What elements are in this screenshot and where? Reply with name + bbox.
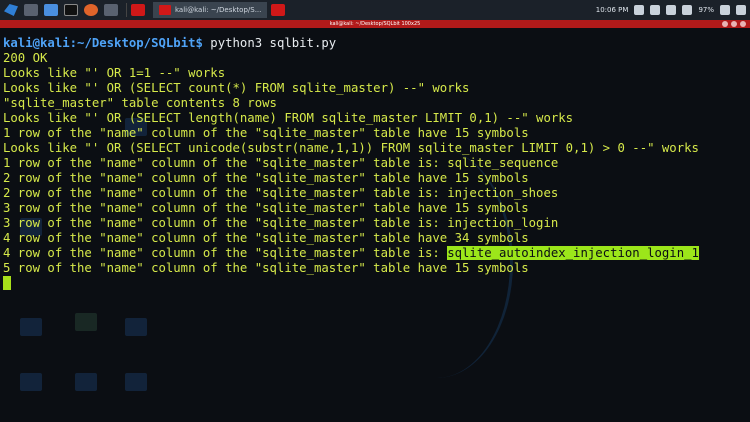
- terminal-icon[interactable]: [64, 4, 78, 16]
- terminal-task-icon: [159, 5, 171, 15]
- taskbar-separator: [126, 3, 127, 17]
- battery-icon[interactable]: [682, 5, 693, 15]
- ghost-folder-icon: [20, 373, 42, 391]
- output-line: 1 row of the "name" column of the "sqlit…: [3, 156, 559, 170]
- volume-icon[interactable]: [650, 5, 661, 15]
- maximize-button[interactable]: [731, 21, 737, 27]
- ghost-file-icon: [75, 313, 97, 331]
- output-line: 5 row of the "name" column of the "sqlit…: [3, 261, 529, 275]
- taskbar-task-label: kali@kali: ~/Desktop/S...: [175, 6, 262, 14]
- terminal-body[interactable]: kali@kali:~/Desktop/SQLbit$ python3 sqlb…: [0, 28, 750, 422]
- highlighted-value[interactable]: sqlite_autoindex_injection_login_1: [447, 246, 699, 260]
- notifications-icon[interactable]: [666, 5, 677, 15]
- taskbar-terminal-task[interactable]: kali@kali: ~/Desktop/S...: [153, 2, 268, 18]
- clock[interactable]: 10:06 PM: [596, 6, 629, 14]
- output-line: 200 OK: [3, 51, 48, 65]
- cursor-line: [3, 276, 699, 291]
- terminal-output: kali@kali:~/Desktop/SQLbit$ python3 sqlb…: [3, 36, 699, 291]
- output-line: "sqlite_master" table contents 8 rows: [3, 96, 277, 110]
- output-line: Looks like "' OR (SELECT count(*) FROM s…: [3, 81, 470, 95]
- workspace-2-icon[interactable]: [271, 4, 286, 16]
- system-tray: 10:06 PM 97%: [590, 0, 746, 20]
- ghost-folder-icon: [20, 318, 42, 336]
- output-line: Looks like "' OR 1=1 --" works: [3, 66, 226, 80]
- ghost-folder-icon: [125, 318, 147, 336]
- output-line: 1 row of the "name" column of the "sqlit…: [3, 126, 529, 140]
- kali-menu-icon[interactable]: [4, 4, 18, 16]
- output-line: 2 row of the "name" column of the "sqlit…: [3, 171, 529, 185]
- prompt-command: python3 sqlbit.py: [202, 36, 337, 50]
- ghost-folder-icon: [125, 373, 147, 391]
- display-icon[interactable]: [634, 5, 645, 15]
- file-manager-icon[interactable]: [44, 4, 58, 16]
- battery-level: 97%: [698, 6, 714, 14]
- prompt-path: :~/Desktop/SQLbit$: [69, 36, 203, 50]
- app-icon[interactable]: [104, 4, 118, 16]
- close-button[interactable]: [740, 21, 746, 27]
- output-line: 2 row of the "name" column of the "sqlit…: [3, 186, 559, 200]
- lock-icon[interactable]: [720, 5, 730, 15]
- prompt-line: kali@kali:~/Desktop/SQLbit$ python3 sqlb…: [3, 36, 699, 51]
- output-line: Looks like "' OR (SELECT unicode(substr(…: [3, 141, 699, 155]
- ghost-folder-icon: [75, 373, 97, 391]
- terminal-title-bar[interactable]: kali@kali: ~/Desktop/SQLbit 100x25: [0, 20, 750, 28]
- output-line: 4 row of the "name" column of the "sqlit…: [3, 231, 529, 245]
- highlight-line-prefix: 4 row of the "name" column of the "sqlit…: [3, 246, 448, 260]
- output-line: 3 row of the "name" column of the "sqlit…: [3, 216, 559, 230]
- window-title: kali@kali: ~/Desktop/SQLbit 100x25: [329, 21, 421, 27]
- prompt-user: kali@kali: [3, 36, 70, 50]
- desktop-icon[interactable]: [24, 4, 38, 16]
- highlighted-output-line: 4 row of the "name" column of the "sqlit…: [3, 246, 699, 261]
- minimize-button[interactable]: [722, 21, 728, 27]
- output-line: 3 row of the "name" column of the "sqlit…: [3, 201, 529, 215]
- taskbar: kali@kali: ~/Desktop/S... 10:06 PM 97%: [0, 0, 750, 21]
- power-icon[interactable]: [736, 5, 746, 15]
- output-line: Looks like "' OR (SELECT length(name) FR…: [3, 111, 574, 125]
- workspace-icon[interactable]: [131, 4, 145, 16]
- terminal-cursor: [3, 276, 11, 290]
- firefox-icon[interactable]: [84, 4, 98, 16]
